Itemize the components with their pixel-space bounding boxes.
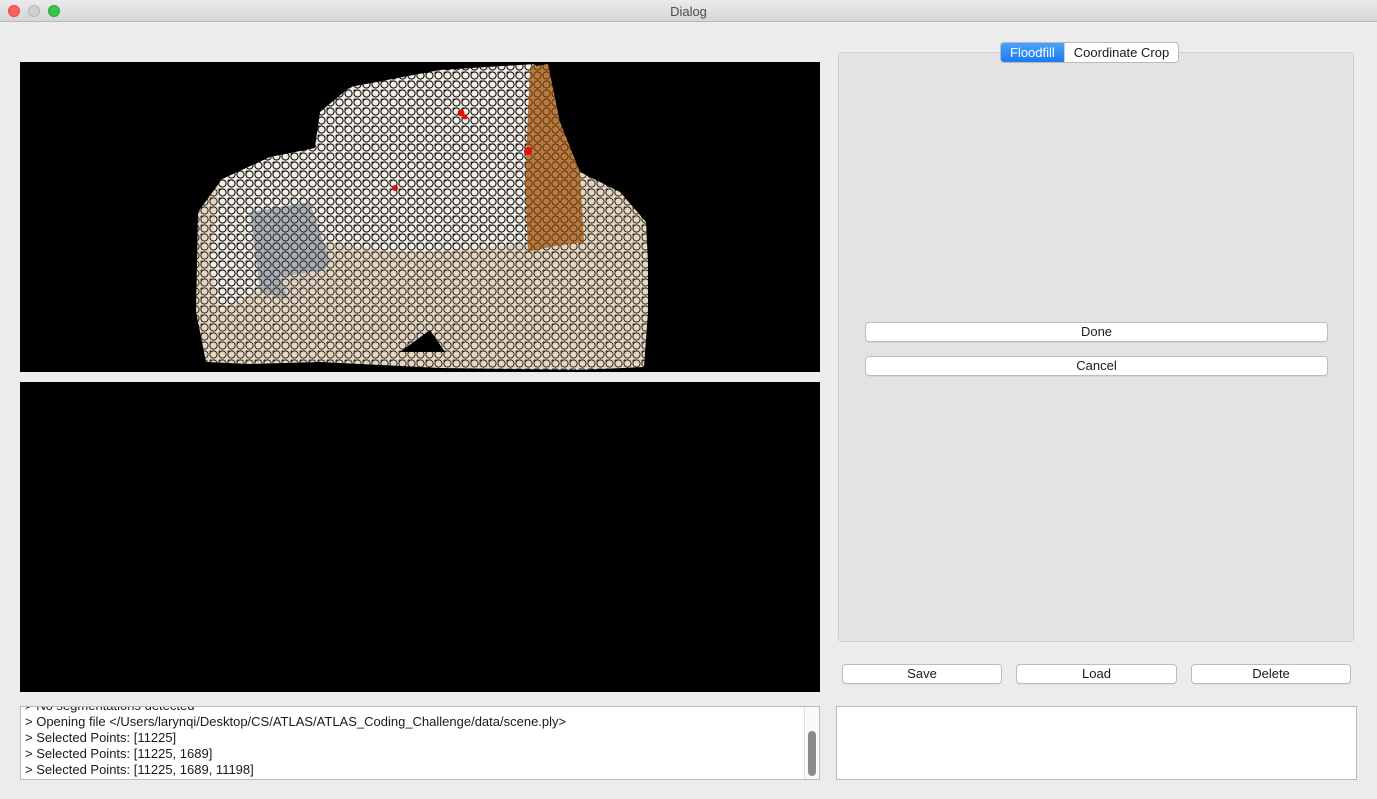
log-line: > Opening file </Users/larynqi/Desktop/C… bbox=[25, 714, 567, 729]
tab-coordinate-crop[interactable]: Coordinate Crop bbox=[1063, 43, 1178, 62]
delete-button[interactable]: Delete bbox=[1191, 664, 1351, 684]
save-button[interactable]: Save bbox=[842, 664, 1002, 684]
window-title: Dialog bbox=[670, 4, 707, 19]
log-line: > Selected Points: [11225] bbox=[25, 730, 177, 745]
load-button[interactable]: Load bbox=[1016, 664, 1177, 684]
point-cloud-viewer-top[interactable] bbox=[20, 62, 820, 372]
log-scrollbar-thumb[interactable] bbox=[808, 731, 816, 776]
point-cloud-viewer-bottom[interactable] bbox=[20, 382, 820, 692]
cancel-button[interactable]: Cancel bbox=[865, 356, 1328, 376]
log-lines: > No segmentations detected> Opening fil… bbox=[25, 707, 803, 778]
point-cloud-render[interactable] bbox=[20, 62, 820, 372]
info-text-box[interactable] bbox=[836, 706, 1357, 780]
tool-tabs: Floodfill Coordinate Crop bbox=[1000, 42, 1180, 63]
tab-floodfill[interactable]: Floodfill bbox=[1001, 43, 1064, 62]
log-line: > No segmentations detected bbox=[25, 707, 803, 714]
log-line: > Selected Points: [11225, 1689] bbox=[25, 746, 213, 761]
log-line: > Selected Points: [11225, 1689, 11198] bbox=[25, 762, 254, 777]
title-bar: Dialog bbox=[0, 0, 1377, 22]
log-scrollbar[interactable] bbox=[804, 707, 819, 779]
tool-tab-panel bbox=[838, 52, 1354, 642]
done-button[interactable]: Done bbox=[865, 322, 1328, 342]
log-console[interactable]: > No segmentations detected> Opening fil… bbox=[20, 706, 820, 780]
